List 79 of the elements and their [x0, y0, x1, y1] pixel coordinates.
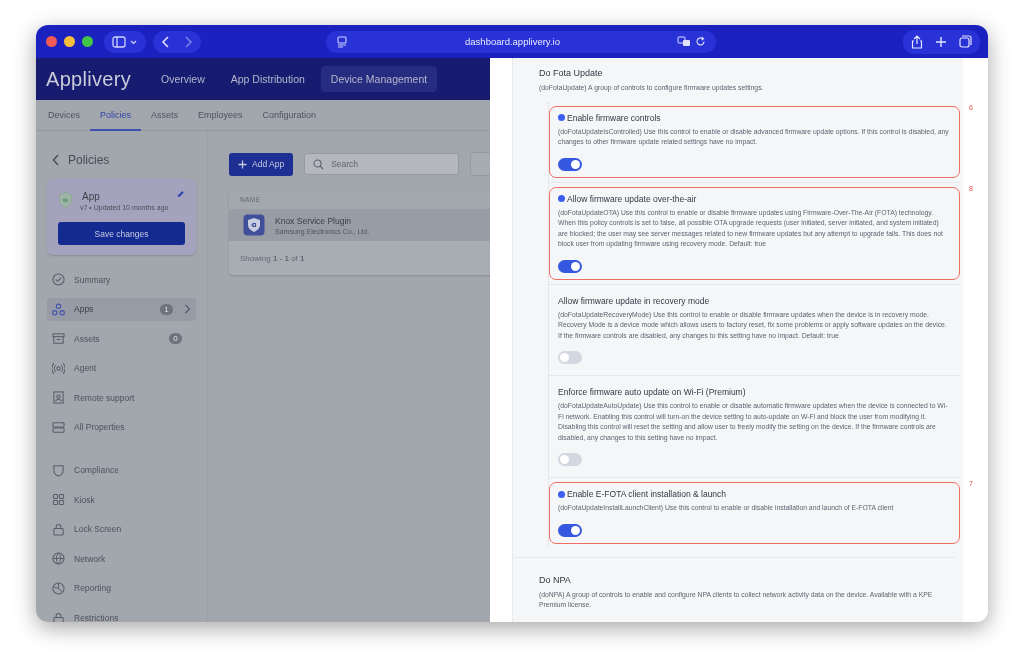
url-text: dashboard.applivery.io [464, 36, 561, 47]
sub-tab[interactable]: Assets [141, 100, 189, 131]
close-window-button[interactable] [46, 36, 57, 47]
back-link[interactable]: Policies [52, 153, 196, 167]
setting-title: Enforce firmware auto update on Wi-Fi (Premium) [558, 387, 746, 397]
address-bar[interactable]: dashboard.applivery.io [326, 30, 716, 53]
setting-title: Enable E-FOTA client installation & launch [567, 489, 727, 499]
section-title: Do NPA [539, 574, 572, 585]
setting-title: Enable firmware controls [567, 112, 661, 123]
sub-tab[interactable]: Devices [48, 100, 90, 131]
add-app-button[interactable]: Add App [229, 152, 294, 176]
sidebar-item[interactable]: Summary [47, 268, 196, 291]
sub-tab[interactable]: Configuration [252, 100, 327, 131]
check-circle-icon [52, 273, 65, 286]
tabs-overview-icon[interactable] [959, 35, 972, 48]
count-badge: 1 [160, 303, 173, 315]
grid-icon [52, 493, 65, 507]
new-tab-icon[interactable] [935, 35, 947, 48]
pie-chart-icon [52, 581, 65, 595]
lock-icon [52, 522, 65, 536]
pagination-summary: Showing 1 - 1 of 1 [240, 253, 305, 263]
sidebar-item[interactable]: Lock Screen [47, 517, 196, 541]
page-icon [336, 35, 348, 48]
status-dot [558, 195, 565, 202]
sidebar-item[interactable]: Restrictions [47, 606, 196, 622]
toggle-switch[interactable] [558, 453, 582, 466]
archive-icon [52, 332, 65, 346]
sidebar-item[interactable]: Compliance [47, 458, 196, 482]
status-dot [558, 490, 565, 498]
nav-tab[interactable]: App Distribution [220, 66, 315, 92]
chevron-right-icon [184, 304, 191, 315]
sub-tab[interactable]: Policies [90, 100, 142, 131]
sidebar-icon [112, 35, 138, 48]
sidebar-toggle-button[interactable] [104, 30, 146, 53]
search-icon [313, 158, 325, 170]
sidebar-item[interactable]: All Properties [47, 415, 196, 439]
toggle-switch[interactable] [558, 523, 582, 537]
shield-icon [52, 463, 65, 477]
sidebar-item[interactable]: Reporting [47, 576, 196, 600]
minimize-window-button[interactable] [64, 36, 75, 47]
save-changes-button[interactable]: Save changes [58, 222, 185, 245]
nodes-icon [52, 302, 65, 316]
search-field[interactable]: Search [304, 153, 460, 175]
id-card-icon [52, 391, 65, 405]
sidebar-item[interactable]: Remote support [47, 386, 196, 410]
sidebar-item[interactable]: Apps 1 [47, 297, 196, 321]
reload-icon[interactable] [695, 36, 706, 47]
section-title: Do Fota Update [539, 68, 604, 78]
setting-title: Allow firmware update in recovery mode [558, 295, 710, 306]
sidebar-item[interactable]: Agent [47, 356, 196, 380]
translate-icon[interactable] [677, 36, 691, 47]
pencil-icon[interactable] [177, 189, 185, 199]
setting-title: Allow firmware update over-the-air [567, 193, 697, 204]
nav-tab[interactable]: Device Management [320, 66, 438, 92]
sidebar-item[interactable]: Kiosk [47, 488, 196, 512]
plug-shield-icon [243, 214, 265, 236]
sub-tab[interactable]: Employees [188, 100, 253, 131]
status-dot [558, 114, 565, 121]
toggle-switch[interactable] [558, 259, 582, 273]
zoom-window-button[interactable] [82, 36, 93, 47]
stack-icon [52, 420, 65, 434]
policy-name: App [82, 191, 101, 202]
share-icon[interactable] [911, 34, 923, 49]
radio-waves-icon [52, 361, 65, 375]
toggle-switch[interactable] [558, 351, 582, 364]
forward-icon[interactable] [183, 35, 193, 48]
count-badge: 0 [169, 333, 182, 345]
back-icon[interactable] [161, 35, 171, 48]
toggle-switch[interactable] [558, 157, 582, 171]
lock-icon [52, 611, 65, 622]
sidebar-item[interactable]: Network [47, 547, 196, 571]
app-logo[interactable]: Applivery [46, 67, 131, 91]
nav-tab[interactable]: Overview [150, 66, 215, 92]
globe-icon [52, 552, 65, 566]
chevron-left-icon [52, 154, 60, 166]
plus-icon [238, 159, 247, 169]
app-name: Knox Service Plugin [275, 215, 353, 226]
sidebar-item[interactable]: Assets 0 [47, 327, 196, 351]
android-shield-icon [58, 189, 73, 211]
